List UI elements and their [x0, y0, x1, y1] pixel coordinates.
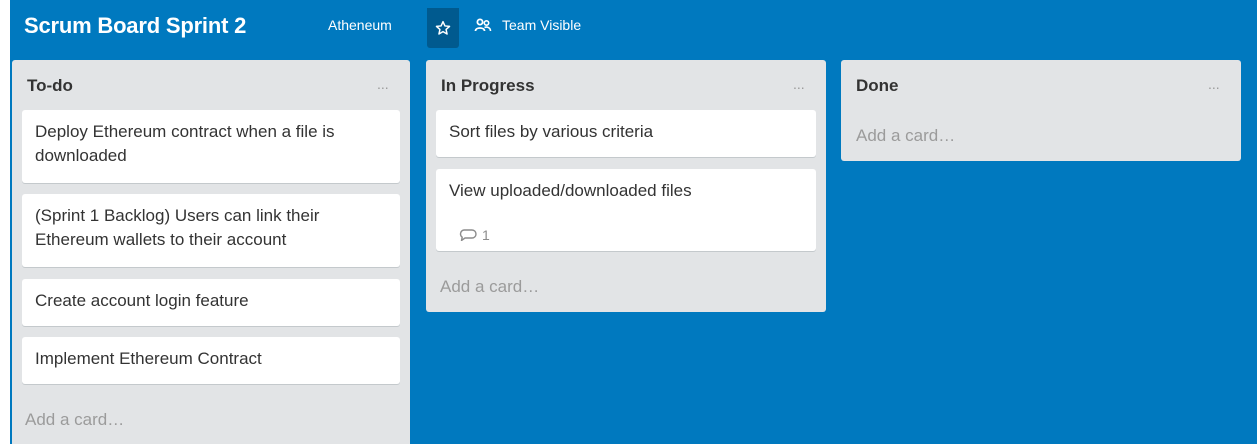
card-title: Deploy Ethereum contract when a file is …: [35, 122, 335, 165]
card[interactable]: Deploy Ethereum contract when a file is …: [22, 110, 400, 183]
card-title: Sort files by various criteria: [449, 122, 654, 141]
list-done: Done ... Add a card…: [841, 60, 1241, 161]
add-card-button[interactable]: Add a card…: [25, 410, 124, 430]
card[interactable]: Sort files by various criteria: [436, 110, 816, 157]
card[interactable]: (Sprint 1 Backlog) Users can link their …: [22, 194, 400, 267]
card-title: Implement Ethereum Contract: [35, 349, 262, 368]
card-title: Create account login feature: [35, 291, 249, 310]
list-menu-button[interactable]: ...: [377, 76, 389, 92]
add-card-button[interactable]: Add a card…: [856, 126, 955, 146]
list-title[interactable]: Done: [856, 76, 899, 96]
list-to-do: To-do ... Deploy Ethereum contract when …: [12, 60, 410, 444]
list-title[interactable]: To-do: [27, 76, 73, 96]
list-menu-button[interactable]: ...: [793, 76, 805, 92]
comment-icon: [459, 229, 477, 241]
add-card-button[interactable]: Add a card…: [440, 277, 539, 297]
list-in-progress: In Progress ... Sort files by various cr…: [426, 60, 826, 312]
visibility-label: Team Visible: [502, 17, 582, 33]
list-title[interactable]: In Progress: [441, 76, 535, 96]
board-header: Scrum Board Sprint 2 Atheneum Team Visib…: [10, 0, 1257, 50]
star-board-button[interactable]: [427, 8, 459, 48]
board-title[interactable]: Scrum Board Sprint 2: [24, 13, 246, 39]
visibility-button[interactable]: Team Visible: [474, 17, 581, 33]
list-menu-button[interactable]: ...: [1208, 76, 1220, 92]
card-title: View uploaded/downloaded files: [449, 181, 692, 200]
card[interactable]: View uploaded/downloaded files 1: [436, 169, 816, 251]
card[interactable]: Implement Ethereum Contract: [22, 337, 400, 384]
star-icon: [435, 20, 451, 35]
organization-link[interactable]: Atheneum: [328, 17, 392, 33]
card-comment-badge: 1: [459, 223, 490, 247]
comment-count: 1: [482, 227, 490, 243]
card-title: (Sprint 1 Backlog) Users can link their …: [35, 206, 320, 249]
board: Scrum Board Sprint 2 Atheneum Team Visib…: [10, 0, 1257, 444]
card[interactable]: Create account login feature: [22, 279, 400, 326]
team-icon: [474, 18, 492, 32]
